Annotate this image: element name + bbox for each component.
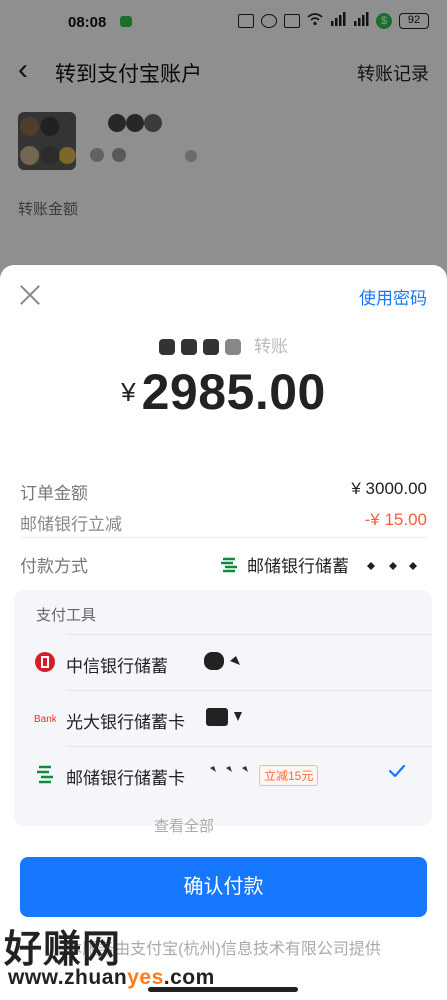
confirm-payment-button[interactable]: 确认付款 [20,857,427,917]
payment-tool-name: 邮储银行储蓄卡 [66,769,185,788]
currency-symbol: ¥ [121,377,136,407]
divider [66,634,432,635]
card-number-masked [200,650,250,672]
divider [20,537,427,538]
watermark-url: www.zhuanyes.com [8,966,215,990]
payment-tool-item[interactable]: 中信银行储蓄 [14,634,432,690]
card-number-masked [202,706,252,728]
ceb-bank-icon: Bank [34,714,56,725]
discount-row: 邮储银行立减 -¥ 15.00 [20,510,427,536]
payment-method-value[interactable]: 邮储银行储蓄 [219,552,427,577]
order-amount-row: 订单金额 ¥ 3000.00 [20,479,427,513]
psbc-bank-icon [221,557,237,572]
payment-amount: ¥2985.00 [0,363,447,421]
discount-tag: 立减15元 [259,765,319,786]
watermark-url-prefix: www.zhuan [8,966,128,989]
discount-value: -¥ 15.00 [364,510,427,529]
view-all-tools-link[interactable]: 查看全部 [154,815,214,836]
card-number-masked [357,558,427,572]
card-number-masked [204,762,254,784]
watermark-logo: 好赚网 [4,929,122,971]
discount-label: 邮储银行立减 [20,515,122,534]
svg-text:Bank: Bank [34,714,56,725]
order-amount-label: 订单金额 [20,484,88,503]
payment-method-label: 付款方式 [20,557,88,576]
psbc-bank-icon [37,765,53,784]
check-icon [388,764,406,778]
watermark-url-suffix: .com [163,966,215,989]
payment-tool-item[interactable]: Bank 光大银行储蓄卡 [14,690,432,746]
close-icon[interactable] [18,283,42,307]
amount-value: 2985.00 [141,364,326,420]
watermark-url-highlight: yes [127,966,164,989]
citic-bank-icon [35,652,55,672]
use-password-button[interactable]: 使用密码 [359,284,427,309]
payment-tools-panel: 支付工具 中信银行储蓄 Bank 光大银行储蓄卡 邮储银行储蓄卡 立减15元 查… [14,590,432,835]
payee-name-masked [159,338,254,357]
payment-method-row[interactable]: 付款方式 邮储银行储蓄 [20,552,427,586]
payment-tool-item-selected[interactable]: 邮储银行储蓄卡 立减15元 [14,746,432,802]
divider [66,746,432,747]
payment-tool-name: 中信银行储蓄 [66,657,168,676]
payment-tools-title: 支付工具 [36,607,97,624]
order-amount-value: ¥ 3000.00 [351,479,427,498]
payment-tool-name: 光大银行储蓄卡 [66,713,185,732]
payee-suffix: 转账 [254,337,288,356]
payment-method-name: 邮储银行储蓄 [247,557,349,576]
divider [66,690,432,691]
payment-sheet: 使用密码 转账 ¥2985.00 订单金额 ¥ 3000.00 邮储银行立减 -… [0,265,447,1000]
payee-line: 转账 [0,332,447,357]
